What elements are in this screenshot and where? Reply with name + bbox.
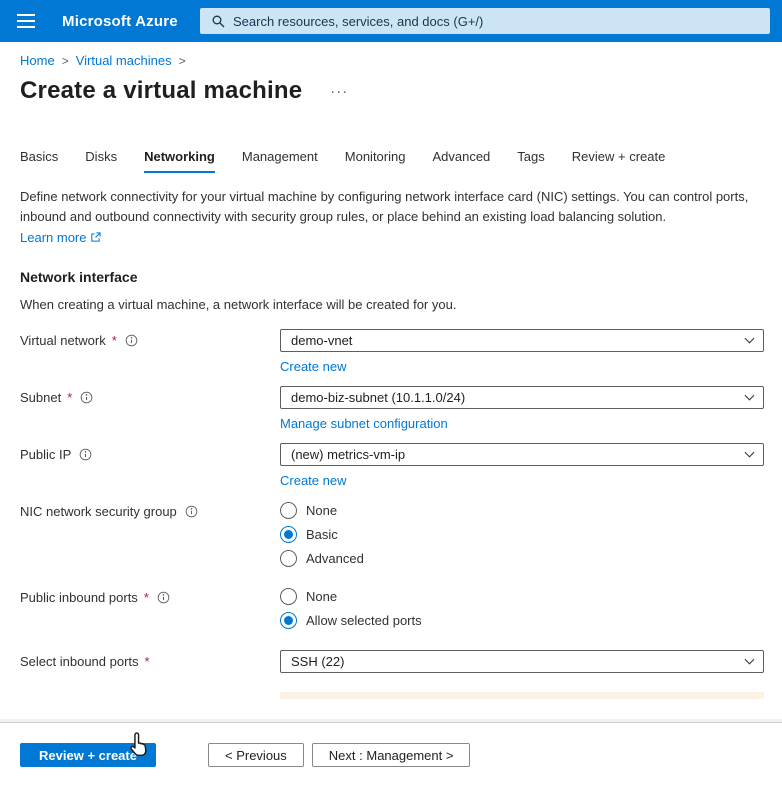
chevron-down-icon <box>745 448 755 458</box>
external-link-icon <box>90 231 101 246</box>
field-row-subnet: Subnet* demo-biz-subnet (10.1.1.0/24) Ma… <box>20 386 764 431</box>
more-actions-ellipsis-icon[interactable]: ··· <box>330 83 348 100</box>
review-create-button[interactable]: Review + create <box>20 743 156 767</box>
nic-nsg-option-none[interactable]: None <box>280 502 764 519</box>
wizard-tabs: Basics Disks Networking Management Monit… <box>20 149 764 174</box>
select-inbound-ports-dropdown[interactable]: SSH (22) <box>280 650 764 673</box>
hamburger-menu-icon[interactable] <box>4 0 48 42</box>
tab-review-create[interactable]: Review + create <box>572 149 666 173</box>
subnet-dropdown[interactable]: demo-biz-subnet (10.1.1.0/24) <box>280 386 764 409</box>
manage-subnet-configuration-link[interactable]: Manage subnet configuration <box>280 416 448 431</box>
warning-banner-clipped <box>280 692 764 699</box>
breadcrumb-virtual-machines-link[interactable]: Virtual machines <box>76 53 172 68</box>
tab-monitoring[interactable]: Monitoring <box>345 149 406 173</box>
breadcrumb-home-link[interactable]: Home <box>20 53 55 68</box>
next-management-button[interactable]: Next : Management > <box>312 743 471 767</box>
nic-nsg-option-advanced[interactable]: Advanced <box>280 550 764 567</box>
field-row-virtual-network: Virtual network* demo-vnet Create new <box>20 329 764 374</box>
tab-basics[interactable]: Basics <box>20 149 58 173</box>
tab-disks[interactable]: Disks <box>85 149 117 173</box>
virtual-network-dropdown[interactable]: demo-vnet <box>280 329 764 352</box>
chevron-down-icon <box>745 334 755 344</box>
field-row-public-inbound-ports: Public inbound ports* None Allow selecte… <box>20 586 764 629</box>
nic-nsg-option-basic[interactable]: Basic <box>280 526 764 543</box>
virtual-network-label: Virtual network* <box>20 329 280 374</box>
breadcrumb-separator: > <box>179 54 186 68</box>
tab-description: Define network connectivity for your vir… <box>20 187 764 227</box>
page-content: Home > Virtual machines > Create a virtu… <box>0 42 782 722</box>
virtual-network-create-new-link[interactable]: Create new <box>280 359 346 374</box>
radio-selected-icon <box>280 526 297 543</box>
info-icon[interactable] <box>79 448 92 464</box>
field-row-nic-nsg: NIC network security group None Basic Ad… <box>20 500 764 567</box>
info-icon[interactable] <box>80 391 93 407</box>
chevron-down-icon <box>745 655 755 665</box>
required-asterisk: * <box>67 390 72 405</box>
inbound-ports-option-allow-selected[interactable]: Allow selected ports <box>280 612 764 629</box>
public-inbound-ports-radio-group: None Allow selected ports <box>280 586 764 629</box>
public-inbound-ports-label: Public inbound ports* <box>20 586 280 629</box>
search-input[interactable] <box>233 14 762 29</box>
search-icon <box>212 15 225 28</box>
required-asterisk: * <box>145 654 150 669</box>
global-search[interactable] <box>200 8 770 34</box>
public-ip-label: Public IP <box>20 443 280 488</box>
section-subheading: When creating a virtual machine, a netwo… <box>20 297 764 312</box>
wizard-footer: Review + create < Previous Next : Manage… <box>0 722 782 786</box>
public-ip-dropdown[interactable]: (new) metrics-vm-ip <box>280 443 764 466</box>
tab-management[interactable]: Management <box>242 149 318 173</box>
tab-tags[interactable]: Tags <box>517 149 544 173</box>
radio-selected-icon <box>280 612 297 629</box>
inbound-ports-option-none[interactable]: None <box>280 588 764 605</box>
field-row-public-ip: Public IP (new) metrics-vm-ip Create new <box>20 443 764 488</box>
nic-nsg-label: NIC network security group <box>20 500 280 567</box>
subnet-label: Subnet* <box>20 386 280 431</box>
info-icon[interactable] <box>157 591 170 607</box>
field-row-select-inbound-ports: Select inbound ports* SSH (22) <box>20 650 764 673</box>
top-app-bar: Microsoft Azure <box>0 0 782 42</box>
chevron-down-icon <box>745 391 755 401</box>
required-asterisk: * <box>112 333 117 348</box>
info-icon[interactable] <box>125 334 138 350</box>
tab-networking[interactable]: Networking <box>144 149 215 173</box>
section-heading-network-interface: Network interface <box>20 269 764 285</box>
page-title: Create a virtual machine <box>20 77 302 105</box>
breadcrumb-separator: > <box>62 54 69 68</box>
radio-icon <box>280 588 297 605</box>
info-icon[interactable] <box>185 505 198 521</box>
public-ip-create-new-link[interactable]: Create new <box>280 473 346 488</box>
tab-advanced[interactable]: Advanced <box>432 149 490 173</box>
radio-icon <box>280 550 297 567</box>
learn-more-link[interactable]: Learn more <box>20 230 86 245</box>
nic-nsg-radio-group: None Basic Advanced <box>280 500 764 567</box>
breadcrumb: Home > Virtual machines > <box>20 53 764 68</box>
brand-logo-text: Microsoft Azure <box>62 13 178 30</box>
required-asterisk: * <box>144 590 149 605</box>
radio-icon <box>280 502 297 519</box>
previous-button[interactable]: < Previous <box>208 743 304 767</box>
select-inbound-ports-label: Select inbound ports* <box>20 650 280 673</box>
